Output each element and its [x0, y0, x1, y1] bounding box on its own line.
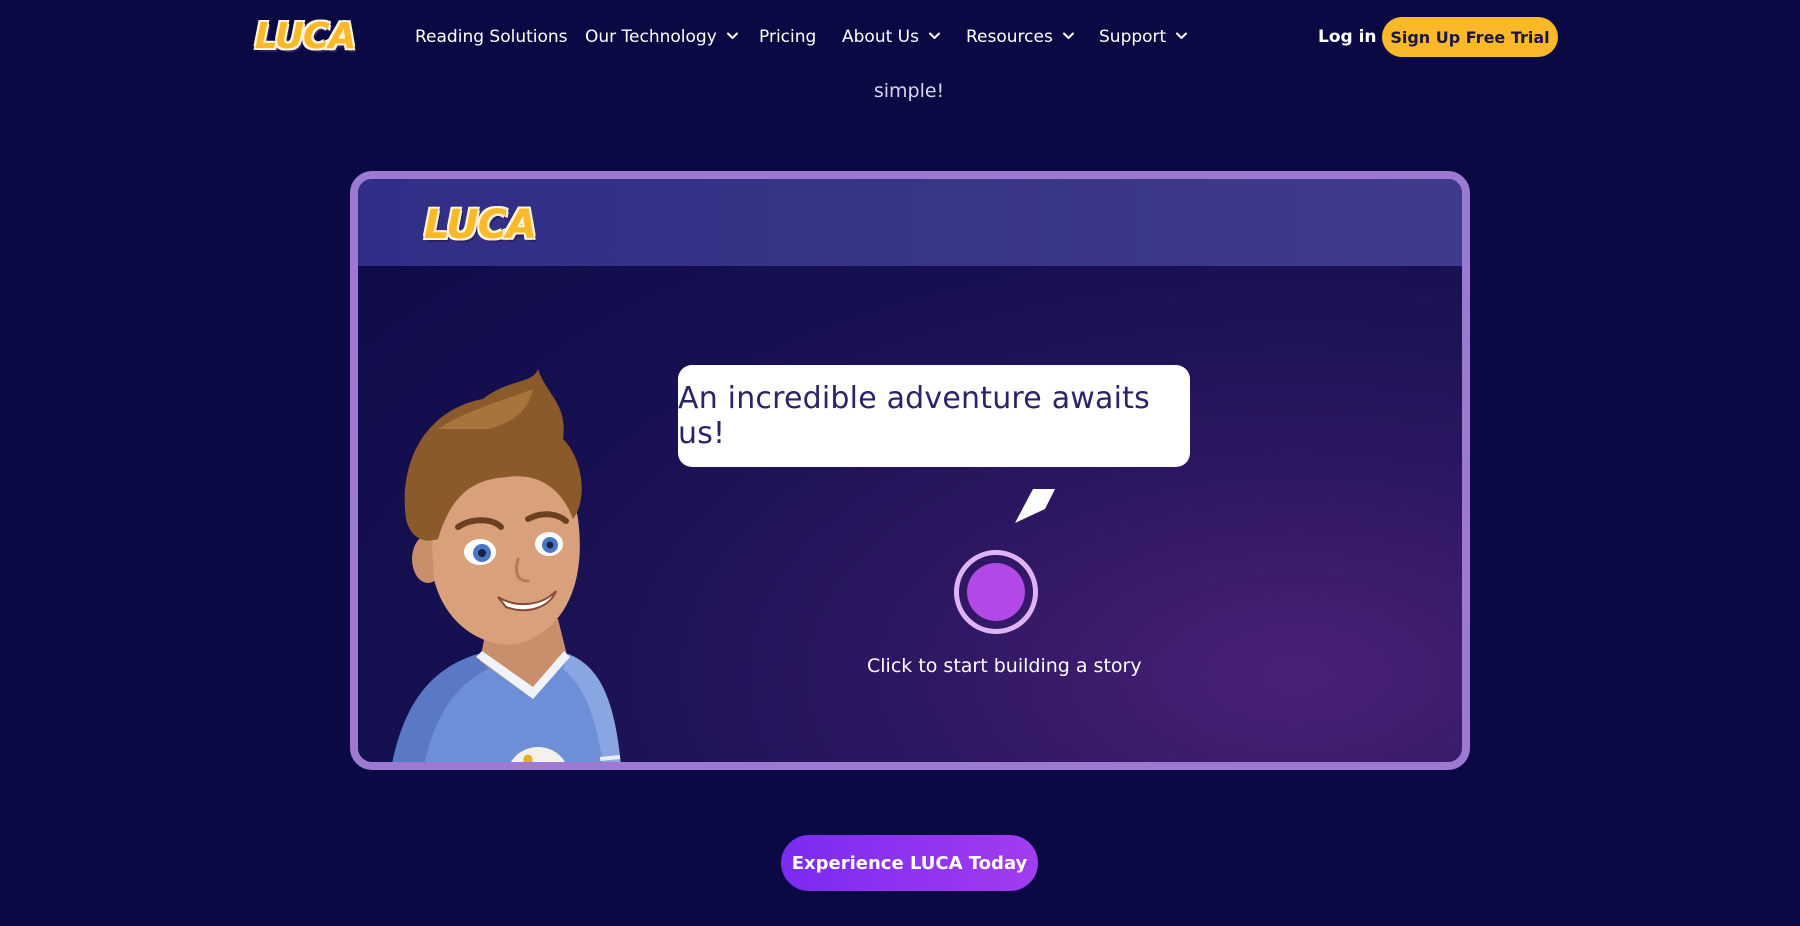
nav-item-label: About Us	[842, 27, 919, 47]
nav-item-resources[interactable]: Resources	[966, 24, 1074, 50]
chevron-down-icon	[1176, 32, 1188, 42]
luca-logo[interactable]: LUCA	[255, 12, 356, 60]
nav-item-label: Reading Solutions	[415, 27, 568, 47]
boy-character-illustration	[392, 369, 621, 762]
speech-bubble-tail	[1015, 489, 1055, 523]
record-instruction-label: Click to start building a story	[867, 655, 1142, 677]
nav-item-about-us[interactable]: About Us	[842, 24, 940, 50]
demo-luca-logo: LUCA	[423, 202, 537, 248]
top-navigation: LUCA Reading Solutions Our Technology Pr…	[0, 0, 1800, 74]
demo-header-bar: LUCA	[358, 179, 1462, 266]
nav-item-reading-solutions[interactable]: Reading Solutions	[415, 24, 568, 50]
signup-free-trial-button[interactable]: Sign Up Free Trial	[1382, 17, 1558, 57]
nav-item-label: Our Technology	[585, 27, 717, 47]
speech-bubble-text: An incredible adventure awaits us!	[678, 381, 1150, 451]
nav-item-label: Support	[1099, 27, 1167, 47]
record-button-icon	[967, 563, 1025, 621]
speech-bubble: An incredible adventure awaits us!	[678, 365, 1190, 467]
nav-item-support[interactable]: Support	[1099, 24, 1188, 50]
nav-item-label: Resources	[966, 27, 1053, 47]
nav-item-label: Pricing	[759, 27, 817, 47]
story-demo-frame: LUCA An incredible adventure awaits us! …	[350, 171, 1470, 770]
nav-item-our-technology[interactable]: Our Technology	[585, 24, 738, 50]
intro-trailing-text: simple!	[873, 80, 945, 102]
experience-luca-button[interactable]: Experience LUCA Today	[781, 835, 1038, 891]
chevron-down-icon	[726, 32, 738, 42]
chevron-down-icon	[928, 32, 940, 42]
login-link[interactable]: Log in	[1318, 24, 1377, 50]
record-button[interactable]	[954, 550, 1038, 634]
chevron-down-icon	[1062, 32, 1074, 42]
nav-item-pricing[interactable]: Pricing	[759, 24, 816, 50]
